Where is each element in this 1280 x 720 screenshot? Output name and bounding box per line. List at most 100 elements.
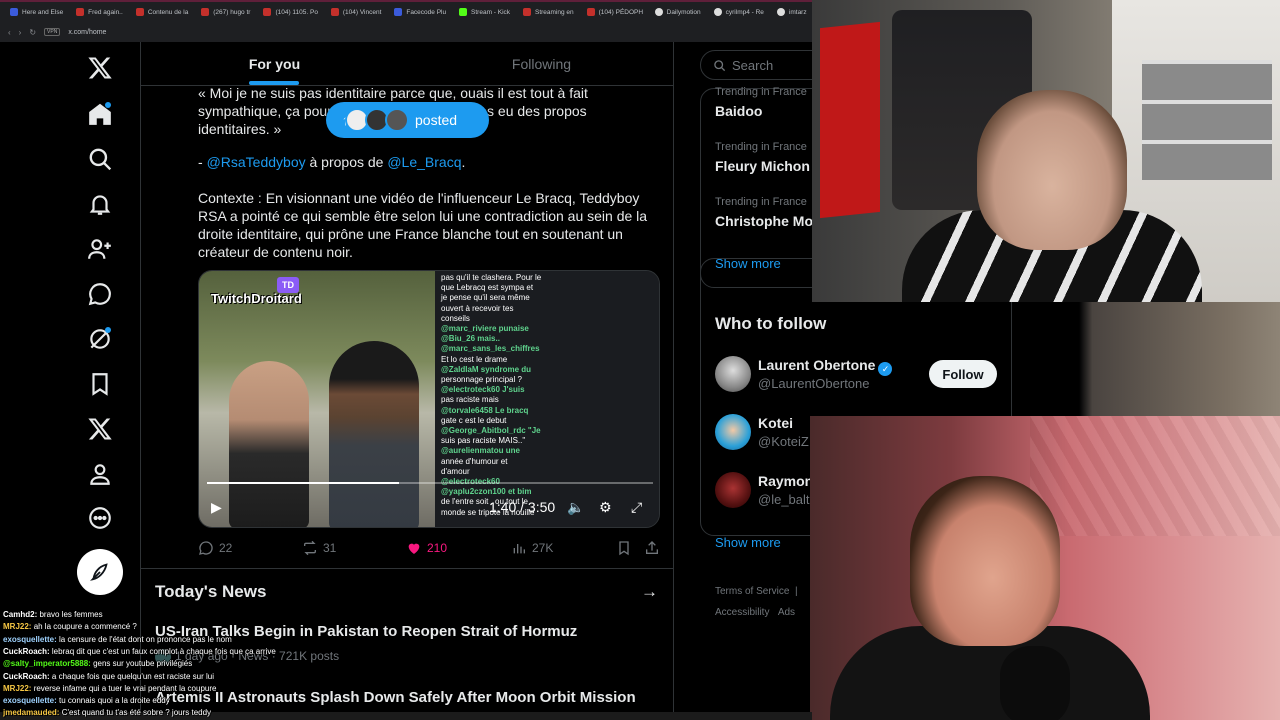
stream-chat-message: MRJ22: reverse infame qui a tuer le vrai… xyxy=(3,684,216,693)
stream-chat-message: MRJ22: ah la coupure a commencé ? xyxy=(3,622,137,631)
premium-x-icon[interactable] xyxy=(86,415,114,443)
cam-shelf xyxy=(1142,60,1272,180)
bookmark-button[interactable] xyxy=(616,540,632,556)
avatar[interactable] xyxy=(715,414,751,450)
trend-name[interactable]: Fleury Michon xyxy=(715,158,810,174)
browser-tab[interactable]: imtarz xyxy=(771,4,812,20)
trend-name[interactable]: Christophe Mor xyxy=(715,213,818,229)
browser-tab[interactable]: Fred again.. xyxy=(70,4,128,20)
browser-tab-label: Contenu de la xyxy=(147,8,189,16)
browser-tab[interactable]: (104) PÉDOPH xyxy=(581,4,647,20)
avatar[interactable] xyxy=(715,472,751,508)
grok-icon[interactable] xyxy=(86,325,114,353)
accessibility-link[interactable]: Accessibility xyxy=(715,607,769,618)
video-person xyxy=(329,341,419,527)
video-chat-overlay: pas qu'il te clashera. Pour le que Lebrac… xyxy=(435,271,659,527)
mention-rsateddyboy[interactable]: @RsaTeddyboy xyxy=(207,154,306,170)
tab-for-you[interactable]: For you xyxy=(141,42,408,85)
browser-tab[interactable]: Stream - Kick xyxy=(453,4,515,20)
arrow-right-icon[interactable]: → xyxy=(641,582,658,602)
add-user-icon[interactable] xyxy=(86,235,114,263)
show-more-follow-link[interactable]: Show more xyxy=(715,535,781,550)
ads-link[interactable]: Ads xyxy=(778,607,795,618)
browser-tab-label: cyrilmp4 - Re xyxy=(725,8,764,16)
tweet-quote-line: « Moi je ne suis pas identitaire parce q… xyxy=(198,85,588,101)
stream-chat-message: CuckRoach: a chaque fois que quelqu'un e… xyxy=(3,672,214,681)
browser-tab-label: Fred again.. xyxy=(88,8,123,16)
tab-following[interactable]: Following xyxy=(408,42,673,85)
share-button[interactable] xyxy=(644,540,660,556)
cam-acoustic-panel xyxy=(1030,416,1280,536)
vpn-badge[interactable]: VPN xyxy=(44,28,61,36)
follow-button[interactable]: Follow xyxy=(929,360,997,388)
who-to-follow-title: Who to follow xyxy=(715,314,827,333)
suggested-user-name[interactable]: Kotei xyxy=(758,415,793,431)
stream-chat-message: CuckRoach: lebraq dit que c'est un faux … xyxy=(3,647,276,656)
stream-chat-message: @salty_imperator5888: gens sur youtube p… xyxy=(3,659,192,668)
stream-chat-text: C'est quand tu t'as été sobre ? jours te… xyxy=(61,708,212,718)
notification-dot xyxy=(105,102,111,108)
cam-flag xyxy=(820,21,880,219)
browser-tab-label: Here and Else xyxy=(22,8,64,16)
favicon-icon xyxy=(394,8,403,16)
trend-name[interactable]: Baidoo xyxy=(715,103,762,119)
repost-count: 31 xyxy=(323,541,337,555)
tweet-video[interactable]: TD TwitchDroitard pas qu'il te clashera.… xyxy=(198,270,660,528)
stream-chat-user: CuckRoach: xyxy=(3,646,52,656)
bookmark-icon[interactable] xyxy=(86,370,114,398)
browser-tab[interactable]: Dailymotion xyxy=(649,4,706,20)
stream-chat-text: ah la coupure a commencé ? xyxy=(33,622,137,632)
browser-tab[interactable]: Here and Else xyxy=(4,4,68,20)
browser-tab[interactable]: cyrilmp4 - Re xyxy=(708,4,769,20)
suggested-user-handle: @KoteiZ xyxy=(758,434,809,449)
tweet-context: Contexte : En visionnant une vidéo de l'… xyxy=(198,190,648,260)
browser-tab[interactable]: Facecode Plu xyxy=(388,4,451,20)
play-icon[interactable]: ▶ xyxy=(211,499,222,516)
view-count: 27K xyxy=(532,541,554,555)
reload-icon[interactable]: ↻ xyxy=(29,28,36,37)
settings-gear-icon[interactable]: ⚙ xyxy=(599,499,612,516)
avatar[interactable] xyxy=(715,356,751,392)
mention-le-bracq[interactable]: @Le_Bracq xyxy=(387,154,461,170)
chat-icon[interactable] xyxy=(86,280,114,308)
back-icon[interactable]: ‹ xyxy=(8,28,11,37)
video-progress-bar[interactable] xyxy=(207,482,653,484)
browser-tab[interactable]: Contenu de la xyxy=(130,4,193,20)
favicon-icon xyxy=(654,8,663,16)
search-icon[interactable] xyxy=(86,145,114,173)
suggested-user-name[interactable]: Raymon xyxy=(758,473,813,489)
x-logo-icon[interactable] xyxy=(86,54,114,82)
stream-chat-user: MRJ22: xyxy=(3,622,34,632)
bell-icon[interactable] xyxy=(86,190,114,218)
browser-tab[interactable]: Streaming en xyxy=(517,4,579,20)
news-headline[interactable]: Artemis II Astronauts Splash Down Safely… xyxy=(155,689,636,706)
like-button[interactable]: 210 xyxy=(406,540,447,556)
stream-chat-user: exosquellette: xyxy=(3,696,60,706)
user-name-text: Laurent Obertone xyxy=(758,357,876,373)
browser-tab[interactable]: (104) Vincent xyxy=(325,4,387,20)
home-icon[interactable] xyxy=(86,100,114,128)
url-text[interactable]: x.com/home xyxy=(68,29,106,36)
stream-chat-user: MRJ22: xyxy=(3,683,34,693)
fullscreen-icon[interactable]: ⤢ xyxy=(631,499,642,516)
reply-button[interactable]: 22 xyxy=(198,540,232,556)
profile-icon[interactable] xyxy=(86,460,114,488)
stream-chat-message: exosquellette: tu connais quoi a la droi… xyxy=(3,696,170,705)
new-posts-pill[interactable]: ↑ posted xyxy=(326,102,489,138)
suggested-user-name[interactable]: Laurent Obertone ✓ xyxy=(758,357,893,376)
more-icon[interactable] xyxy=(86,504,114,532)
repost-button[interactable]: 31 xyxy=(302,540,336,556)
views-button[interactable]: 27K xyxy=(511,540,553,556)
browser-url-bar[interactable]: ‹ › ↻ VPN x.com/home xyxy=(0,22,812,42)
attr-suffix: . xyxy=(461,154,466,170)
like-count: 210 xyxy=(427,541,448,555)
terms-link[interactable]: Terms of Service xyxy=(715,586,789,597)
volume-icon[interactable]: 🔈 xyxy=(567,499,584,516)
browser-tab[interactable]: (267) hugo tr xyxy=(195,4,255,20)
stream-chat-text: bravo les femmes xyxy=(39,610,103,619)
browser-tab[interactable]: (104) 1105. Po xyxy=(257,4,322,20)
avatar xyxy=(385,108,409,132)
compose-post-button[interactable] xyxy=(77,549,123,595)
stream-chat-message: Camhd2: bravo les femmes xyxy=(3,610,103,619)
forward-icon[interactable]: › xyxy=(19,28,22,37)
